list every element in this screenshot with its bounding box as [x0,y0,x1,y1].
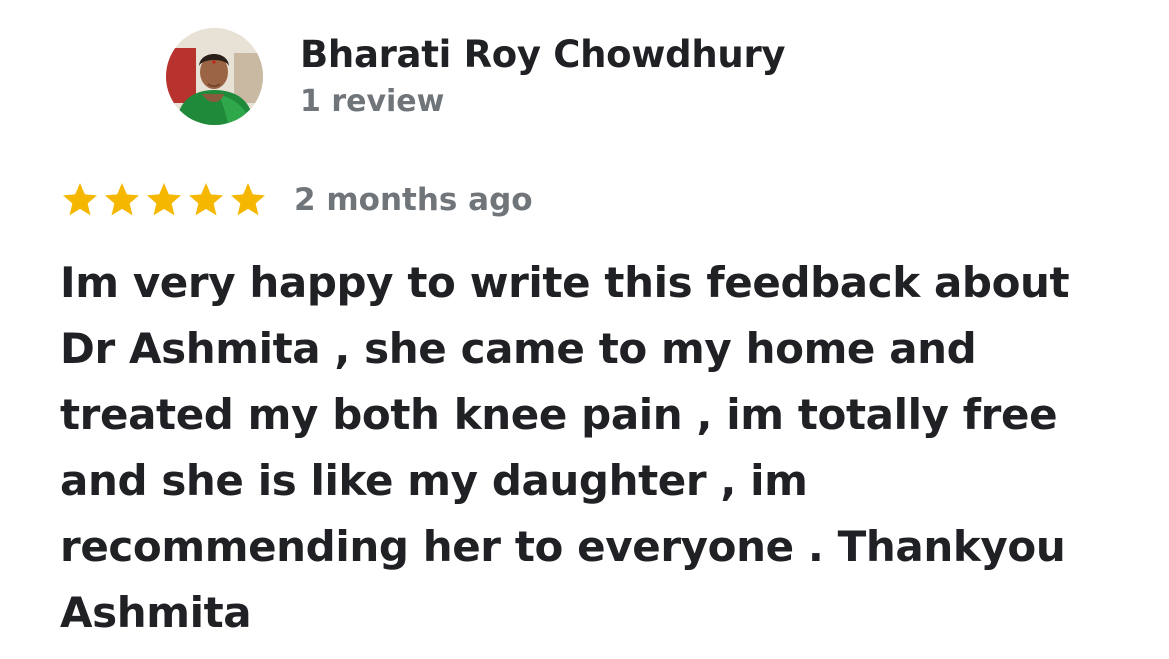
review-text-line: and she is like my daughter , im [60,456,808,505]
review-time: 2 months ago [294,182,533,218]
review-text-line: Dr Ashmita , she came to my home and [60,324,977,373]
reviewer-name[interactable]: Bharati Roy Chowdhury [300,30,786,80]
review-text-line: Im very happy to write this feedback abo… [60,258,1070,307]
review-text-line: recommending her to everyone . Thankyou [60,522,1066,571]
star-icon [231,183,265,216]
reviewer-avatar[interactable] [166,28,263,125]
rating-stars [60,178,268,222]
star-icon [63,183,97,216]
star-icon [105,183,139,216]
review-text: Im very happy to write this feedback abo… [60,250,1120,646]
review-text-line: treated my both knee pain , im totally f… [60,390,1058,439]
star-icon [189,183,223,216]
review-card: Bharati Roy Chowdhury 1 review 2 months … [0,0,1169,659]
star-icon [147,183,181,216]
review-count[interactable]: 1 review [300,80,444,124]
review-text-line: Ashmita [60,588,252,637]
avatar-photo-icon [166,28,263,125]
